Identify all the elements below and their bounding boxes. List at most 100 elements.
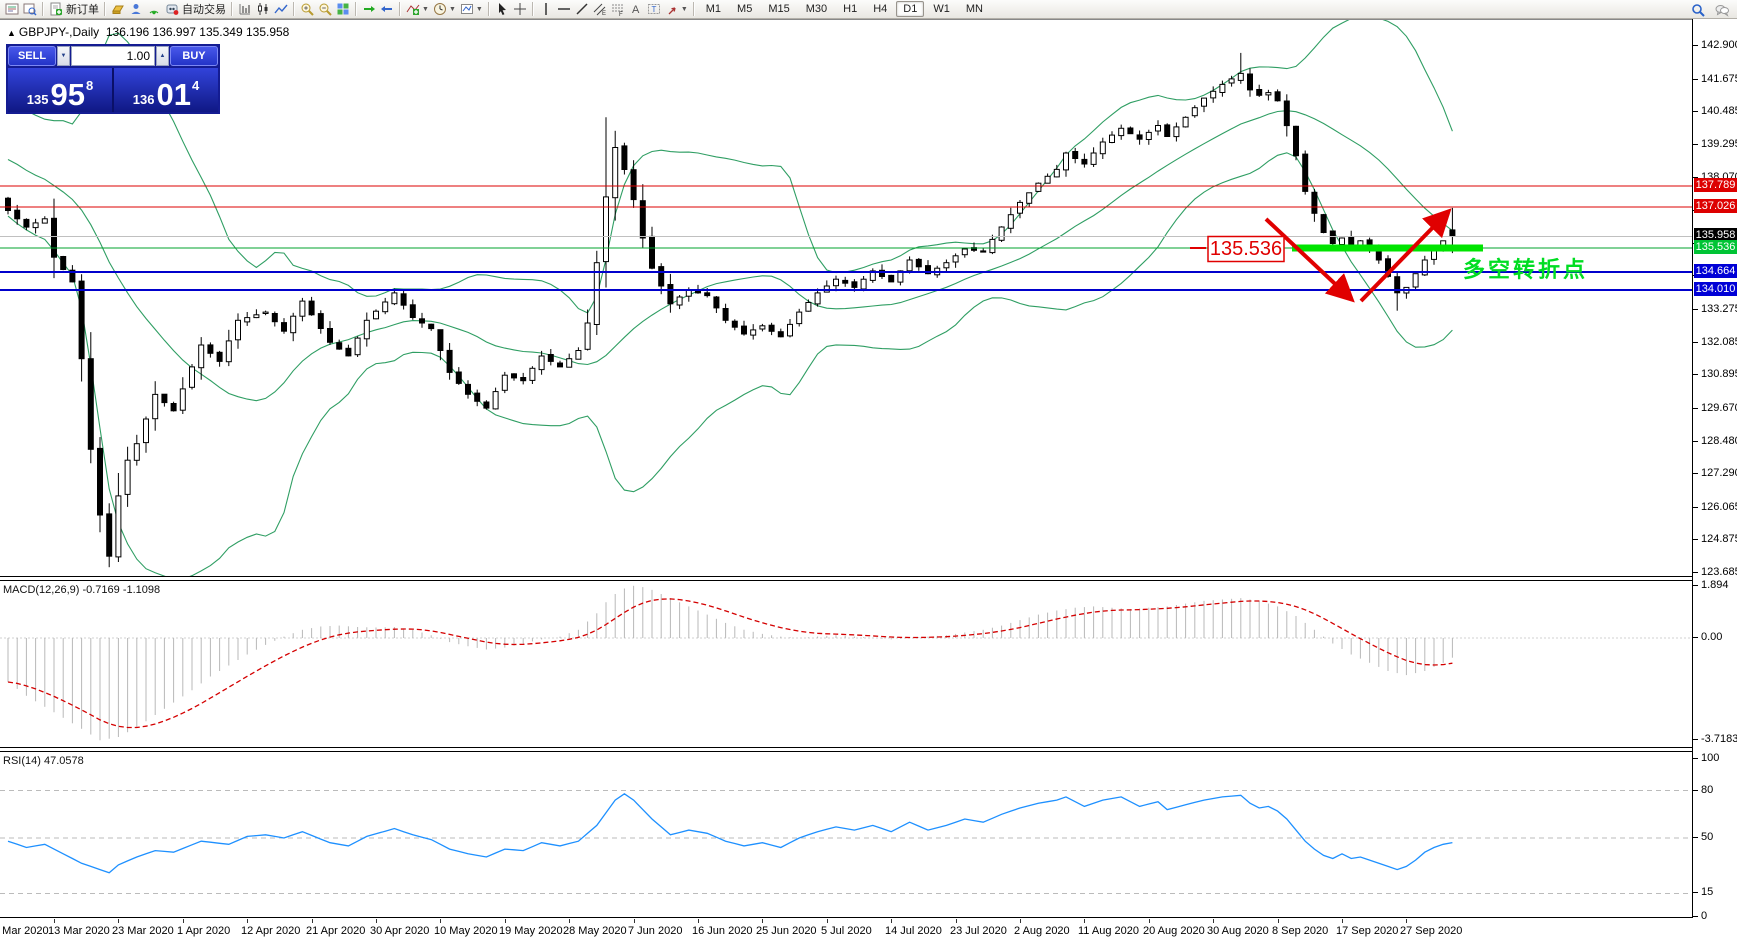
toolbar-separator — [692, 2, 695, 16]
timeframe-h1-button[interactable]: H1 — [836, 1, 864, 17]
arrows-icon — [665, 2, 679, 16]
sell-button[interactable]: SELL — [8, 46, 56, 66]
crosshair-button[interactable] — [511, 1, 529, 18]
bar-chart-button[interactable] — [236, 1, 254, 18]
auto-scroll-icon — [362, 2, 376, 16]
macd-tick-label: 0.00 — [1701, 631, 1723, 643]
templates-icon — [460, 2, 474, 16]
volume-decrease-button[interactable]: ▼ — [57, 46, 70, 66]
timeframe-m15-button[interactable]: M15 — [761, 1, 796, 17]
vertical-line-button[interactable] — [537, 1, 555, 18]
chevron-down-icon: ▼ — [475, 5, 483, 13]
fibonacci-icon: F — [611, 2, 625, 16]
cursor-icon — [495, 2, 509, 16]
price-axis[interactable]: 142.900141.675140.485139.295138.070136.8… — [1692, 19, 1737, 922]
price-tick-label: 126.065 — [1701, 501, 1737, 513]
market-watch-button[interactable] — [3, 1, 21, 18]
buy-button[interactable]: BUY — [170, 46, 218, 66]
chat-button[interactable] — [1713, 1, 1731, 18]
timeframe-mn-button[interactable]: MN — [959, 1, 990, 17]
search-icon — [1691, 3, 1705, 17]
data-window-button[interactable] — [21, 1, 39, 18]
sell-price[interactable]: 135 95 8 — [8, 68, 112, 112]
toolbar-separator — [231, 2, 233, 16]
price-tick-label: 132.085 — [1701, 336, 1737, 348]
text-label-button[interactable]: T — [645, 1, 663, 18]
chart-ohlc-values: 136.196 136.997 135.349 135.958 — [105, 25, 290, 39]
date-tick-label: 23 Jul 2020 — [950, 925, 1007, 937]
timeframe-h4-button[interactable]: H4 — [866, 1, 894, 17]
mt4-window: 新订单 自动交易 ▼ ▼ ▼ E F A T ▼ M1 M5 M15 M30 H1 H4 D1 W1 MN 135.… — [0, 0, 1737, 941]
buy-price[interactable]: 136 01 4 — [114, 68, 218, 112]
signals-icon — [147, 2, 161, 16]
text-label-icon: T — [647, 2, 661, 16]
tile-windows-icon — [336, 2, 350, 16]
price-tick-label: 130.895 — [1701, 368, 1737, 380]
text-button[interactable]: A — [627, 1, 645, 18]
timeframe-m30-button[interactable]: M30 — [799, 1, 834, 17]
candlestick-chart-button[interactable] — [254, 1, 272, 18]
date-tick-label: 21 Apr 2020 — [306, 925, 366, 937]
date-axis[interactable]: 4 Mar 202013 Mar 202023 Mar 20201 Apr 20… — [0, 919, 1692, 941]
svg-text:E: E — [602, 11, 606, 16]
price-tick-label: 141.675 — [1701, 73, 1737, 85]
date-tick-label: 27 Sep 2020 — [1400, 925, 1463, 937]
equidistant-channel-button[interactable]: E — [591, 1, 609, 18]
main-chart[interactable]: 135.536 多空转折点 — [0, 19, 1692, 577]
chevron-down-icon: ▼ — [422, 5, 429, 13]
price-tick-label: 123.685 — [1701, 566, 1737, 578]
equidistant-channel-icon: E — [593, 2, 607, 16]
rsi-chart[interactable]: RSI(14) 47.0578 — [0, 751, 1692, 918]
chevron-down-icon: ▼ — [680, 5, 688, 13]
date-tick-label: 11 Aug 2020 — [1078, 925, 1139, 937]
metaeditor-button[interactable] — [109, 1, 127, 18]
buy-price-big: 01 — [156, 76, 191, 112]
date-tick-label: 4 Mar 2020 — [0, 925, 49, 937]
chart-shift-button[interactable] — [378, 1, 396, 18]
macd-chart[interactable]: MACD(12,26,9) -0.7169 -1.1098 — [0, 580, 1692, 748]
line-chart-icon — [274, 2, 288, 16]
market-watch-icon — [5, 2, 19, 16]
templates-button[interactable]: ▼ — [458, 1, 485, 18]
timeframe-d1-button[interactable]: D1 — [896, 1, 925, 17]
toolbar: 新订单 自动交易 ▼ ▼ ▼ E F A T ▼ M1 M5 M15 M30 H1 H4 D1 W1 MN — [0, 0, 1737, 19]
search-button[interactable] — [1689, 1, 1707, 18]
indicators-button[interactable]: ▼ — [404, 1, 431, 18]
horizontal-line-button[interactable] — [555, 1, 573, 18]
auto-scroll-button[interactable] — [360, 1, 378, 18]
new-order-icon — [49, 2, 63, 16]
indicators-icon — [406, 2, 420, 16]
tile-windows-button[interactable] — [334, 1, 352, 18]
zoom-out-button[interactable] — [316, 1, 334, 18]
date-tick-label: 28 May 2020 — [563, 925, 627, 937]
timeframe-w1-button[interactable]: W1 — [926, 1, 957, 17]
autotrading-button[interactable]: 自动交易 — [163, 1, 228, 18]
community-icon — [129, 2, 143, 16]
signals-button[interactable] — [145, 1, 163, 18]
macd-label: MACD(12,26,9) -0.7169 -1.1098 — [3, 584, 161, 596]
date-tick-label: 8 Sep 2020 — [1272, 925, 1329, 937]
chart-symbol-period: GBPJPY-,Daily — [18, 25, 100, 39]
fibonacci-button[interactable]: F — [609, 1, 627, 18]
toolbar-separator — [42, 2, 44, 16]
timeframe-m5-button[interactable]: M5 — [730, 1, 759, 17]
svg-text:A: A — [632, 4, 640, 16]
volume-input[interactable] — [71, 46, 155, 66]
trendline-button[interactable] — [573, 1, 591, 18]
date-tick-label: 23 Mar 2020 — [112, 925, 174, 937]
zoom-in-button[interactable] — [298, 1, 316, 18]
cursor-button[interactable] — [493, 1, 511, 18]
date-tick-label: 19 May 2020 — [499, 925, 563, 937]
new-order-button[interactable]: 新订单 — [47, 1, 101, 18]
chevron-down-icon: ▼ — [448, 5, 456, 13]
arrows-button[interactable]: ▼ — [663, 1, 690, 18]
community-button[interactable] — [127, 1, 145, 18]
timeframe-m1-button[interactable]: M1 — [699, 1, 728, 17]
data-window-icon — [23, 2, 37, 16]
price-tick-label: 129.670 — [1701, 402, 1737, 414]
date-tick-label: 30 Apr 2020 — [370, 925, 430, 937]
line-chart-button[interactable] — [272, 1, 290, 18]
volume-increase-button[interactable]: ▲ — [156, 46, 169, 66]
rsi-tick-label: 0 — [1701, 910, 1708, 922]
periods-button[interactable]: ▼ — [431, 1, 458, 18]
